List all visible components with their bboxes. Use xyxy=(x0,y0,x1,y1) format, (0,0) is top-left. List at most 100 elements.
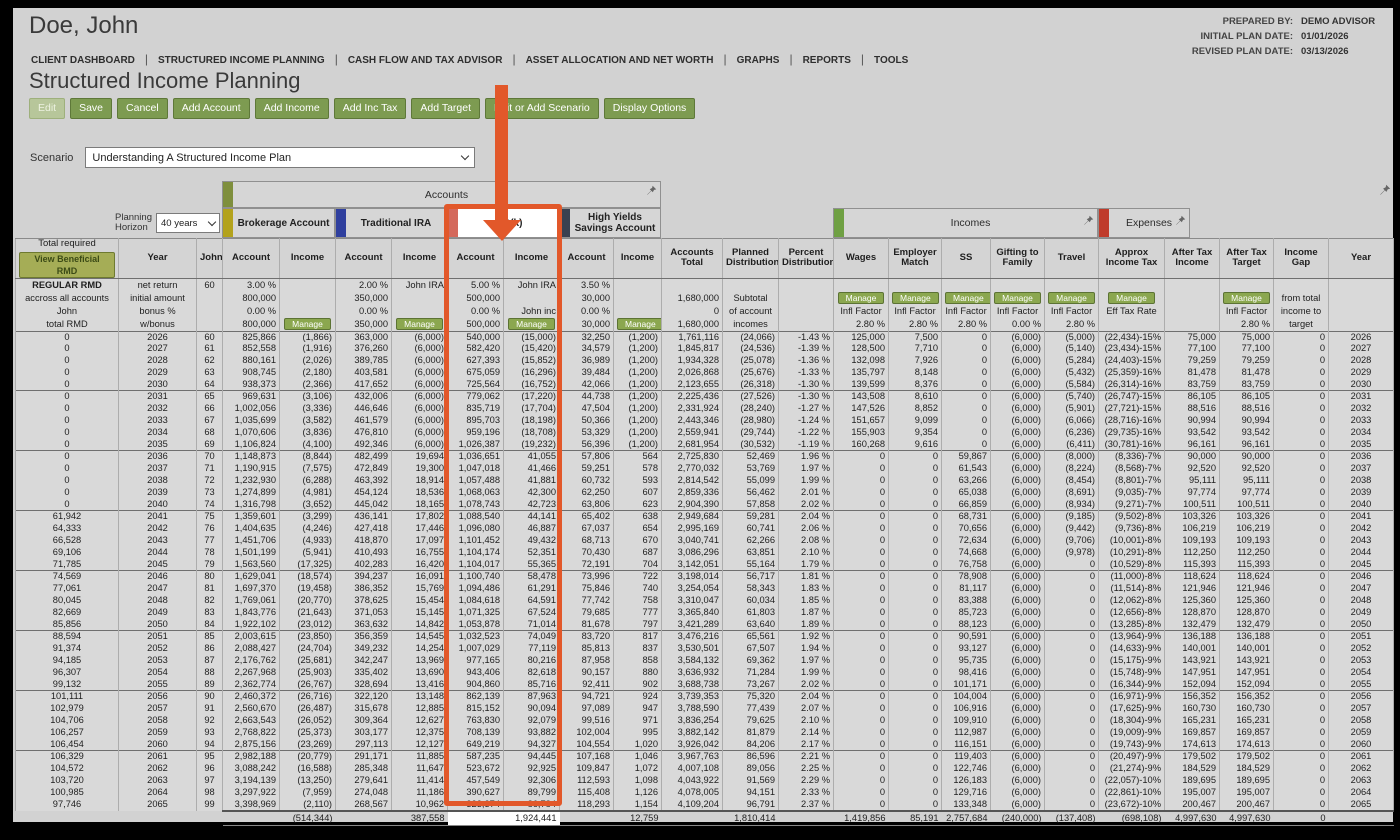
row-2051-year: 2051 xyxy=(118,630,197,644)
subrow-0-total_required: REGULAR RMD xyxy=(15,278,119,292)
row-2041-brokerage_income: (3,299) xyxy=(279,510,336,524)
nav-item-graphs[interactable]: GRAPHS xyxy=(735,55,782,66)
scenario-select[interactable]: Understanding A Structured Income Plan xyxy=(85,147,476,168)
row-2045-year: 2045 xyxy=(118,558,197,571)
nav-item-tools[interactable]: TOOLS xyxy=(872,55,910,66)
row-2041: 61,942 2041 75 1,359,601 (3,299) 436,141 17,80… xyxy=(15,510,1394,524)
manage-button[interactable]: Manage xyxy=(945,291,990,304)
row-2028-k401_account: 627,393 xyxy=(447,355,504,367)
row-2054-k401_account: 943,406 xyxy=(447,666,504,679)
row-2046-hys_income: 722 xyxy=(613,570,662,584)
nav-item-client-dashboard[interactable]: CLIENT DASHBOARD xyxy=(29,55,137,66)
cancel-button[interactable]: Cancel xyxy=(117,98,168,119)
pin-icon[interactable] xyxy=(1175,215,1186,226)
row-2057-income_gap: 0 xyxy=(1273,703,1329,715)
add-income-button[interactable]: Add Income xyxy=(254,98,329,119)
row-2059-ss: 112,987 xyxy=(941,726,991,739)
row-2038-ira_account: 463,392 xyxy=(335,475,392,487)
row-2033-brokerage_income: (3,582) xyxy=(279,415,336,427)
view-beneficial-rmd-button[interactable]: View Beneficial RMD xyxy=(19,251,115,278)
row-2060-k401_account: 649,219 xyxy=(447,738,504,751)
row-2052-wages: 0 xyxy=(833,643,889,656)
row-2062-employer_match: 0 xyxy=(888,763,942,775)
nav-item-asset-allocation-and-net-worth[interactable]: ASSET ALLOCATION AND NET WORTH xyxy=(524,55,716,66)
nav-item-structured-income-planning[interactable]: STRUCTURED INCOME PLANNING xyxy=(156,55,327,66)
main-nav: CLIENT DASHBOARD | STRUCTURED INCOME PLANN… xyxy=(29,52,910,66)
manage-button[interactable]: Manage xyxy=(508,317,555,330)
nav-item-reports[interactable]: REPORTS xyxy=(801,55,853,66)
save-button[interactable]: Save xyxy=(70,98,113,119)
manage-button[interactable]: Manage xyxy=(994,291,1041,304)
row-2037-planned_distribution: 53,769 xyxy=(722,463,779,476)
row-2046-wages: 0 xyxy=(833,570,889,584)
row-2031-year: 2031 xyxy=(118,390,197,404)
row-2064: 100,985 2064 98 3,297,922 (7,959) 274,048 11,1… xyxy=(15,786,1394,799)
manage-button[interactable]: Manage xyxy=(617,317,661,330)
add-target-button[interactable]: Add Target xyxy=(411,98,481,119)
row-2026-year: 2026 xyxy=(118,330,197,344)
manage-button[interactable]: Manage xyxy=(1223,291,1270,304)
manage-button[interactable]: Manage xyxy=(284,317,331,330)
row-2028-approx_income_tax: (24,403)-15% xyxy=(1098,355,1165,367)
row-2056-ira_income: 13,148 xyxy=(391,690,448,704)
add-inc-tax-button[interactable]: Add Inc Tax xyxy=(333,98,407,119)
manage-button[interactable]: Manage xyxy=(1048,291,1095,304)
row-2059-total_required: 106,257 xyxy=(15,726,119,739)
pin-icon[interactable] xyxy=(1083,215,1094,226)
row-2050-accounts_total: 3,421,289 xyxy=(661,618,723,631)
row-2060-ss: 116,151 xyxy=(941,738,991,751)
manage-button[interactable]: Manage xyxy=(396,317,443,330)
manage-button[interactable]: Manage xyxy=(837,291,885,304)
row-2038-travel: (8,454) xyxy=(1044,475,1099,487)
row-2065-total_required: 97,746 xyxy=(15,798,119,812)
row-2031: 0 2031 65 969,631 (3,106) 432,006 (6,000) 779,0… xyxy=(15,390,1394,404)
row-2026-brokerage_income: (1,866) xyxy=(279,330,336,344)
prepared-by-value: DEMO ADVISOR xyxy=(1301,16,1376,27)
row-2054-year_right: 2054 xyxy=(1328,666,1394,679)
subrow-2-after_tax_income xyxy=(1164,304,1220,318)
nav-item-cash-flow-and-tax-advisor[interactable]: CASH FLOW AND TAX ADVISOR xyxy=(346,55,505,66)
row-2060-hys_income: 1,020 xyxy=(613,738,662,751)
row-2049-employer_match: 0 xyxy=(888,606,942,619)
row-2029-ira_account: 403,581 xyxy=(335,366,392,379)
manage-button[interactable]: Manage xyxy=(892,291,939,304)
plan-info: PREPARED BY: DEMO ADVISOR INITIAL PLAN D… xyxy=(1192,16,1381,61)
row-2033-ss: 0 xyxy=(941,415,991,427)
row-2060-wages: 0 xyxy=(833,738,889,751)
row-2034-ss: 0 xyxy=(941,426,991,439)
edit-button[interactable]: Edit xyxy=(29,98,66,119)
row-2033-brokerage_account: 1,035,699 xyxy=(222,415,280,427)
row-2058-travel: 0 xyxy=(1044,715,1099,727)
row-2062-total_required: 104,572 xyxy=(15,763,119,775)
row-2030-planned_distribution: (26,318) xyxy=(722,378,779,391)
row-2040-employer_match: 0 xyxy=(888,498,942,511)
row-2048-percent_distribution: 1.85 % xyxy=(778,595,834,607)
nav-separator: | xyxy=(512,52,516,66)
planning-horizon-select[interactable]: 40 years xyxy=(155,213,220,233)
row-2062-brokerage_account: 3,088,242 xyxy=(222,763,280,775)
col-header-approx_income_tax: Approx Income Tax xyxy=(1098,238,1165,279)
row-2063-brokerage_income: (13,250) xyxy=(279,774,336,787)
row-2035-hys_income: (1,200) xyxy=(613,438,662,451)
subrow-2-approx_income_tax: Eff Tax Rate xyxy=(1098,304,1165,318)
row-2044-hys_account: 70,430 xyxy=(559,546,614,559)
row-2065-approx_income_tax: (23,672)-10% xyxy=(1098,798,1165,812)
pin-icon[interactable] xyxy=(1379,184,1391,196)
row-2046-john_age: 80 xyxy=(196,570,223,584)
row-2034-brokerage_income: (3,836) xyxy=(279,426,336,439)
pin-icon[interactable] xyxy=(646,185,657,196)
expenses-group-band: Expenses xyxy=(1098,208,1190,238)
manage-button[interactable]: Manage xyxy=(1108,291,1155,304)
row-2050-brokerage_income: (23,012) xyxy=(279,618,336,631)
add-account-button[interactable]: Add Account xyxy=(172,98,250,119)
display-options-button[interactable]: Display Options xyxy=(603,98,696,119)
row-2031-accounts_total: 2,225,436 xyxy=(661,390,723,404)
row-2031-k401_account: 779,062 xyxy=(447,390,504,404)
scenario-row: Scenario Understanding A Structured Inco… xyxy=(30,147,476,168)
row-2030-travel: (5,584) xyxy=(1044,378,1099,391)
row-2055-gifting_to_family: (6,000) xyxy=(990,678,1045,691)
totals-row: (514,344) 387,558 1,924,441 12,759 1,810,414… xyxy=(16,810,1394,827)
row-2064-brokerage_account: 3,297,922 xyxy=(222,786,280,799)
row-2053-ss: 95,735 xyxy=(941,655,991,667)
row-2060-employer_match: 0 xyxy=(888,738,942,751)
